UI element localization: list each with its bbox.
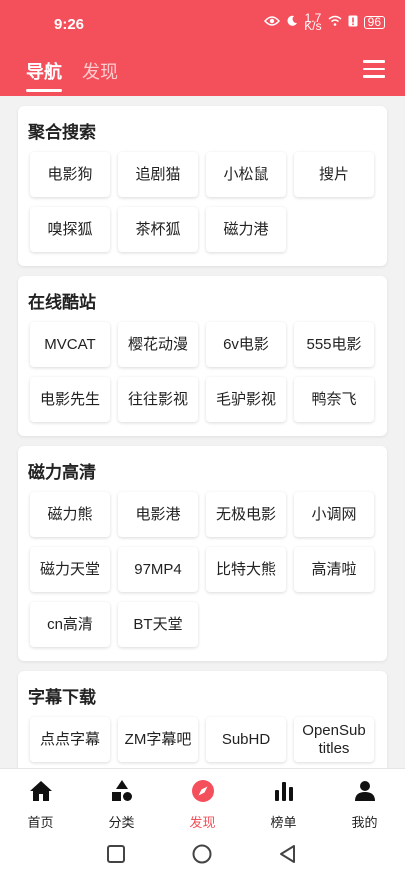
home-icon — [29, 779, 53, 808]
site-chip[interactable]: 555电影 — [294, 322, 374, 367]
section-card-aggregate-search: 聚合搜索 电影狗 追剧猫 小松鼠 搜片 嗅探狐 茶杯狐 磁力港 — [18, 106, 387, 266]
site-chip[interactable]: 高清啦 — [294, 547, 374, 592]
site-chip[interactable]: 追剧猫 — [118, 152, 198, 197]
site-chip[interactable]: 小调网 — [294, 492, 374, 537]
section-title: 字幕下载 — [28, 688, 96, 707]
site-chip[interactable]: 电影先生 — [30, 377, 110, 422]
site-chip[interactable]: BT天堂 — [118, 602, 198, 647]
nav-item-discover[interactable]: 发现 — [162, 769, 243, 830]
tab-discover[interactable]: 发现 — [82, 58, 118, 90]
app-header: 9:26 1.7 K/s 96 导航 发现 — [0, 0, 405, 96]
alert-icon — [348, 15, 358, 30]
status-icons: 1.7 K/s 96 — [264, 11, 385, 33]
status-time: 9:26 — [54, 16, 85, 33]
back-triangle-icon[interactable] — [278, 844, 298, 864]
site-chip[interactable]: 6v电影 — [206, 322, 286, 367]
eye-icon — [264, 15, 281, 30]
site-chip[interactable]: OpenSub titles — [294, 717, 374, 762]
site-chip[interactable]: 鸭奈飞 — [294, 377, 374, 422]
section-card-magnet-hd: 磁力高清 磁力熊 电影港 无极电影 小调网 磁力天堂 97MP4 比特大熊 高清… — [18, 446, 387, 661]
site-chip[interactable]: 搜片 — [294, 152, 374, 197]
section-title: 磁力高清 — [28, 463, 96, 482]
user-icon — [353, 779, 377, 808]
site-chip[interactable]: cn高清 — [30, 602, 110, 647]
site-chip[interactable]: 茶杯狐 — [118, 207, 198, 252]
menu-icon[interactable] — [363, 60, 385, 78]
site-chip[interactable]: MVCAT — [30, 322, 110, 367]
site-chip[interactable]: 往往影视 — [118, 377, 198, 422]
site-chip[interactable]: 小松鼠 — [206, 152, 286, 197]
site-chip[interactable]: 樱花动漫 — [118, 322, 198, 367]
nav-item-home[interactable]: 首页 — [0, 769, 81, 830]
section-title: 聚合搜索 — [28, 123, 96, 142]
tab-navigation[interactable]: 导航 — [26, 58, 62, 92]
site-chip[interactable]: 点点字幕 — [30, 717, 110, 762]
site-chip[interactable]: ZM字幕吧 — [118, 717, 198, 762]
site-chip[interactable]: 磁力天堂 — [30, 547, 110, 592]
nav-item-rankings[interactable]: 榜单 — [243, 769, 324, 830]
site-chip[interactable]: SubHD — [206, 717, 286, 762]
system-nav-bar — [0, 828, 405, 878]
header-tabs: 导航 发现 — [26, 58, 118, 92]
section-title: 在线酷站 — [28, 293, 96, 312]
status-bar: 9:26 1.7 K/s 96 — [0, 0, 405, 48]
site-chip[interactable]: 比特大熊 — [206, 547, 286, 592]
home-circle-icon[interactable] — [192, 844, 212, 864]
category-icon — [110, 779, 134, 808]
site-chip[interactable]: 磁力港 — [206, 207, 286, 252]
moon-icon — [286, 15, 298, 30]
net-speed: 1.7 K/s — [304, 11, 322, 33]
site-chip[interactable]: 磁力熊 — [30, 492, 110, 537]
section-card-subtitles: 字幕下载 点点字幕 ZM字幕吧 SubHD OpenSub titles — [18, 671, 387, 768]
battery-indicator: 96 — [363, 15, 385, 29]
compass-icon — [191, 779, 215, 808]
content-area: 聚合搜索 电影狗 追剧猫 小松鼠 搜片 嗅探狐 茶杯狐 磁力港 在线酷站 MVC… — [0, 96, 405, 768]
site-chip[interactable]: 电影狗 — [30, 152, 110, 197]
section-card-online-sites: 在线酷站 MVCAT 樱花动漫 6v电影 555电影 电影先生 往往影视 毛驴影… — [18, 276, 387, 436]
nav-item-mine[interactable]: 我的 — [324, 769, 405, 830]
nav-item-category[interactable]: 分类 — [81, 769, 162, 830]
site-chip[interactable]: 毛驴影视 — [206, 377, 286, 422]
bottom-nav: 首页 分类 发现 榜单 我的 — [0, 768, 405, 830]
site-chip[interactable]: 电影港 — [118, 492, 198, 537]
site-chip[interactable]: 嗅探狐 — [30, 207, 110, 252]
site-chip[interactable]: 无极电影 — [206, 492, 286, 537]
wifi-icon — [328, 15, 342, 30]
recents-square-icon[interactable] — [106, 844, 126, 864]
site-chip[interactable]: 97MP4 — [118, 547, 198, 592]
chart-icon — [272, 779, 296, 808]
